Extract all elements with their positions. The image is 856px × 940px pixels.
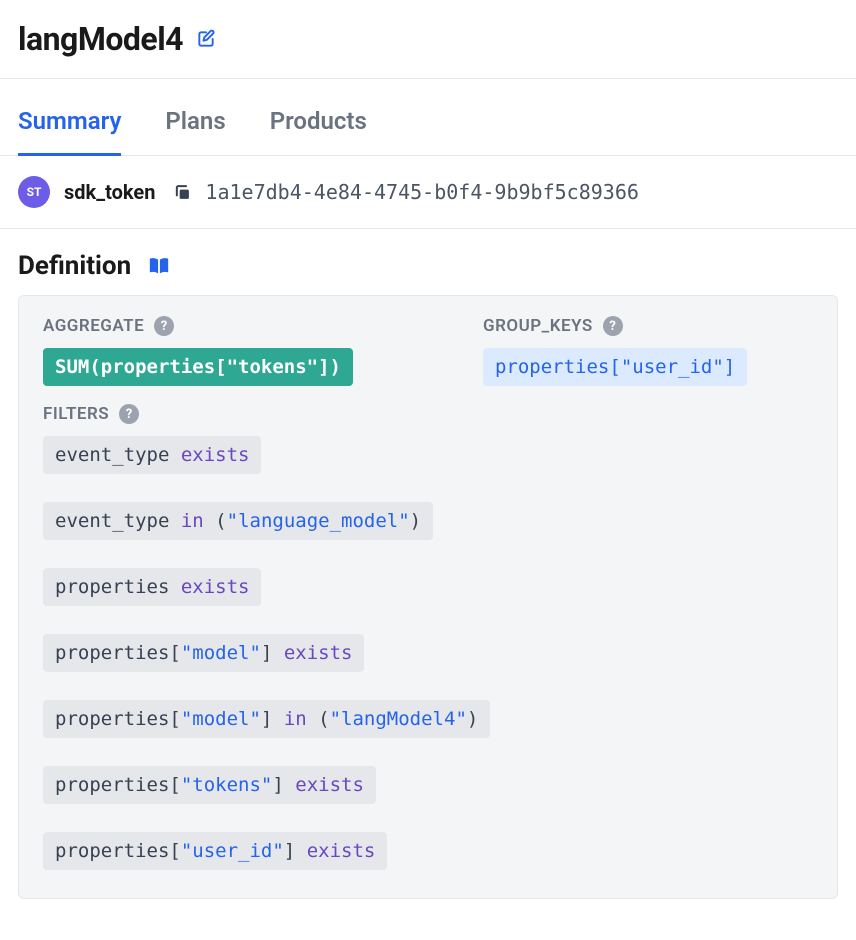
tab-products[interactable]: Products <box>270 79 367 156</box>
tabs: Summary Plans Products <box>0 79 856 156</box>
help-icon[interactable]: ? <box>119 404 139 424</box>
token-value: 1a1e7db4-4e84-4745-b0f4-9b9bf5c89366 <box>205 180 638 204</box>
filters-label: FILTERS ? <box>43 404 813 424</box>
book-icon[interactable] <box>147 254 171 278</box>
page-title: langModel4 <box>18 20 183 58</box>
filter-pill: properties["model"] exists <box>43 634 364 672</box>
token-label: sdk_token <box>64 180 155 204</box>
page-header: langModel4 <box>0 0 856 79</box>
help-icon[interactable]: ? <box>603 316 623 336</box>
group-keys-label: GROUP_KEYS ? <box>483 316 747 336</box>
group-key-pill: properties["user_id"] <box>483 348 747 386</box>
copy-icon[interactable] <box>173 183 191 201</box>
filter-pill: properties exists <box>43 568 261 606</box>
avatar: ST <box>18 176 50 208</box>
edit-icon[interactable] <box>195 28 217 50</box>
help-icon[interactable]: ? <box>154 316 174 336</box>
filter-pill: event_type exists <box>43 436 261 474</box>
definition-header: Definition <box>0 229 856 295</box>
tab-plans[interactable]: Plans <box>165 79 225 156</box>
token-row: ST sdk_token 1a1e7db4-4e84-4745-b0f4-9b9… <box>0 156 856 229</box>
filter-list: event_type exists event_type in ("languag… <box>43 436 813 870</box>
filter-pill: properties["user_id"] exists <box>43 832 387 870</box>
tab-summary[interactable]: Summary <box>18 79 121 156</box>
definition-title: Definition <box>18 251 131 281</box>
definition-box: AGGREGATE ? SUM(properties["tokens"]) GR… <box>18 295 838 899</box>
aggregate-pill: SUM(properties["tokens"]) <box>43 348 353 386</box>
filter-pill: properties["model"] in ("langModel4") <box>43 700 490 738</box>
filter-pill: properties["tokens"] exists <box>43 766 376 804</box>
filter-pill: event_type in ("language_model") <box>43 502 433 540</box>
aggregate-label: AGGREGATE ? <box>43 316 353 336</box>
